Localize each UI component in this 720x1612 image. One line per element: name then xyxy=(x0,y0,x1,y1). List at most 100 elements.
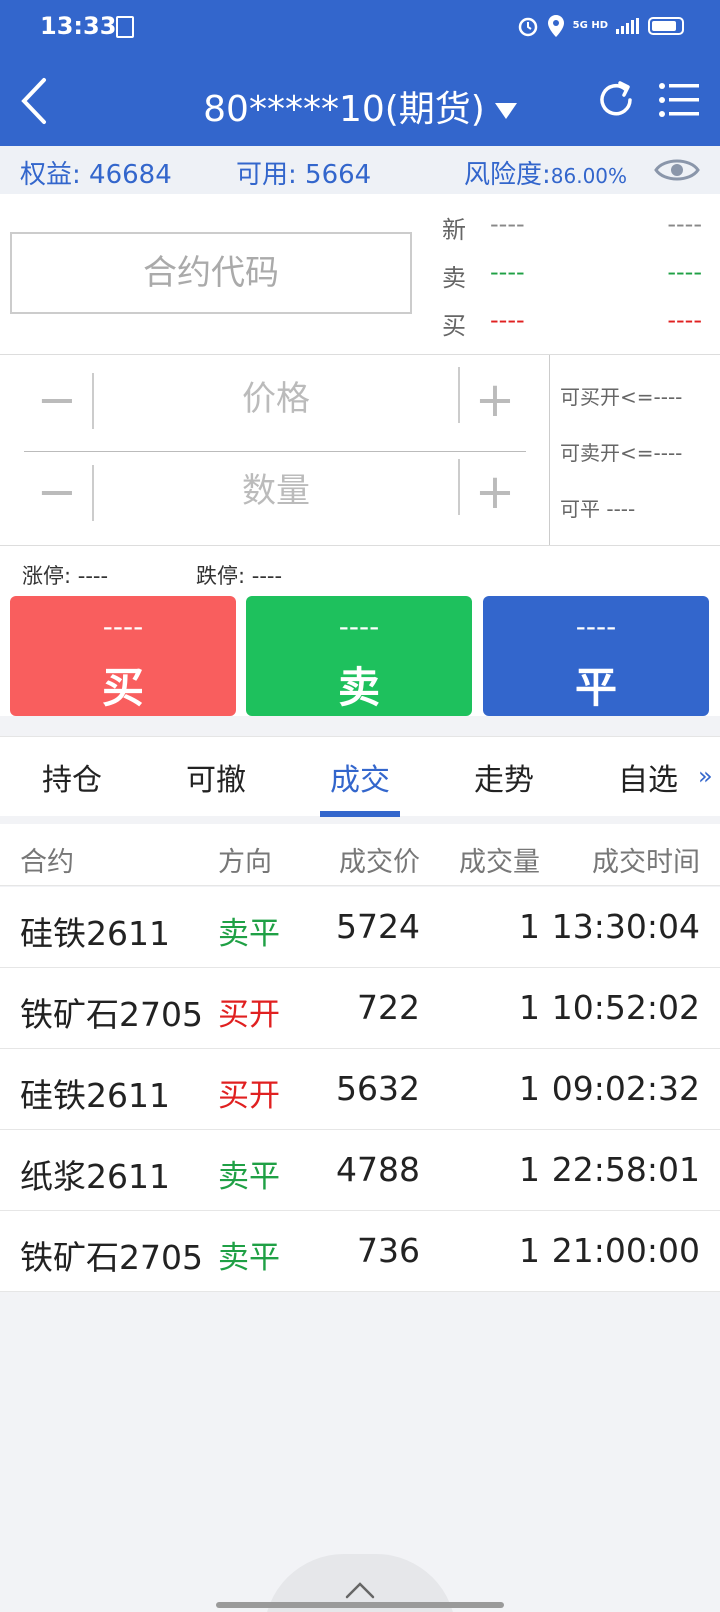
price-minus-button[interactable]: − xyxy=(24,367,90,437)
battery-icon xyxy=(648,17,684,35)
trade-actions: ---- 买 ---- 卖 ---- 平 xyxy=(0,590,720,716)
dropdown-caret-icon xyxy=(494,103,517,119)
close-position-button[interactable]: ---- 平 xyxy=(483,596,709,716)
equity-label: 权益: xyxy=(20,160,81,190)
trade-time: 22:58:01 xyxy=(551,1150,700,1189)
trade-price: 722 xyxy=(357,988,420,1027)
equity-value: 46684 xyxy=(89,160,172,190)
trade-direction: 卖平 xyxy=(218,916,280,952)
active-tab-indicator xyxy=(320,811,400,817)
header-direction: 方向 xyxy=(218,847,272,878)
trade-quantity: 1 xyxy=(519,1150,540,1189)
trade-contract: 纸浆2611 xyxy=(20,1157,170,1196)
quote-value: ---- xyxy=(490,210,525,238)
price-limits: 涨停: ---- 跌停: ---- xyxy=(0,546,720,594)
risk: 风险度:86.00% xyxy=(464,154,627,191)
refresh-icon[interactable] xyxy=(594,78,638,122)
divider xyxy=(458,367,460,423)
quote-value: ---- xyxy=(490,306,525,334)
price-stepper: − + xyxy=(24,367,528,437)
sell-button[interactable]: ---- 卖 xyxy=(246,596,472,716)
account-summary: 权益: 46684 可用: 5664 风险度:86.00% xyxy=(0,146,720,194)
trade-quantity: 1 xyxy=(519,1069,540,1108)
top-bar: 13:33 5G HD 80*****10(期货) xyxy=(0,0,720,146)
trade-time: 21:00:00 xyxy=(551,1231,700,1270)
trade-price: 736 xyxy=(357,1231,420,1270)
alarm-icon xyxy=(518,17,537,37)
quote-row-bid: 买 ---- ---- xyxy=(442,300,702,340)
quote-label: 卖 xyxy=(442,264,466,292)
quote-label: 新 xyxy=(442,216,466,244)
divider xyxy=(458,459,460,515)
divider xyxy=(92,465,94,521)
header-price: 成交价 xyxy=(339,847,420,878)
trade-contract: 硅铁2611 xyxy=(20,914,170,953)
trade-price: 5724 xyxy=(336,907,420,946)
trade-direction: 买开 xyxy=(218,997,280,1033)
table-row[interactable]: 硅铁2611 买开 5632 1 09:02:32 xyxy=(0,1049,720,1130)
trade-contract: 硅铁2611 xyxy=(20,1076,170,1115)
risk-label: 风险度: xyxy=(464,160,551,190)
divider xyxy=(92,373,94,429)
sell-price: ---- xyxy=(338,610,380,643)
quantity-stepper: − + xyxy=(24,459,528,529)
quantity-input[interactable] xyxy=(96,459,456,523)
eye-icon[interactable] xyxy=(654,152,700,188)
trade-time: 13:30:04 xyxy=(551,907,700,946)
menu-list-icon[interactable] xyxy=(658,80,702,120)
quote-row-ask: 卖 ---- ---- xyxy=(442,252,702,292)
order-entry: − + − + 可买开<=---- 可卖开<=---- 可平 ---- xyxy=(0,354,720,546)
tab-trend[interactable]: 走势 xyxy=(432,755,576,799)
network-indicator: 5G HD xyxy=(572,20,608,31)
divider xyxy=(24,451,526,452)
trade-price: 5632 xyxy=(336,1069,420,1108)
trade-direction: 卖平 xyxy=(218,1240,280,1276)
available-value: 5664 xyxy=(305,160,372,190)
buy-label: 买 xyxy=(101,663,144,712)
header-contract: 合约 xyxy=(20,847,74,878)
signal-icon xyxy=(616,18,639,34)
table-row[interactable]: 铁矿石2705 买开 722 1 10:52:02 xyxy=(0,968,720,1049)
table-row[interactable]: 硅铁2611 卖平 5724 1 13:30:04 xyxy=(0,887,720,968)
buy-button[interactable]: ---- 买 xyxy=(10,596,236,716)
trade-contract: 铁矿石2705 xyxy=(20,995,203,1034)
tab-bar: 持仓 可撤 成交 走势 自选 xyxy=(0,736,720,817)
tab-more-chevron-icon[interactable]: » xyxy=(698,762,713,790)
trade-quantity: 1 xyxy=(519,907,540,946)
equity: 权益: 46684 xyxy=(20,154,172,191)
tab-positions[interactable]: 持仓 xyxy=(0,755,144,799)
trade-contract: 铁矿石2705 xyxy=(20,1238,203,1277)
trade-quantity: 1 xyxy=(519,1231,540,1270)
trade-quantity: 1 xyxy=(519,988,540,1027)
contract-code-input[interactable] xyxy=(10,232,412,314)
close-price: ---- xyxy=(575,610,617,643)
trade-price: 4788 xyxy=(336,1150,420,1189)
available: 可用: 5664 xyxy=(236,154,371,191)
location-icon xyxy=(547,15,564,37)
price-plus-button[interactable]: + xyxy=(462,367,528,437)
can-sell-open: 可卖开<=---- xyxy=(560,441,683,465)
close-label: 平 xyxy=(574,663,617,712)
trade-time: 09:02:32 xyxy=(551,1069,700,1108)
quote-row-last: 新 ---- ---- xyxy=(442,204,702,244)
header-quantity: 成交量 xyxy=(459,847,540,878)
quantity-minus-button[interactable]: − xyxy=(24,459,90,529)
home-indicator[interactable] xyxy=(216,1602,504,1608)
quote-value: ---- xyxy=(667,258,702,286)
tab-trades[interactable]: 成交 xyxy=(288,755,432,799)
tab-cancelable[interactable]: 可撤 xyxy=(144,755,288,799)
table-row[interactable]: 铁矿石2705 卖平 736 1 21:00:00 xyxy=(0,1211,720,1292)
price-input[interactable] xyxy=(96,367,456,431)
table-row[interactable]: 纸浆2611 卖平 4788 1 22:58:01 xyxy=(0,1130,720,1211)
status-indicators: 5G HD xyxy=(517,14,684,38)
limit-down: 跌停: ---- xyxy=(196,564,283,588)
table-header: 合约 方向 成交价 成交量 成交时间 xyxy=(0,824,720,886)
can-close: 可平 ---- xyxy=(560,497,636,521)
sell-label: 卖 xyxy=(337,663,380,712)
trade-direction: 卖平 xyxy=(218,1159,280,1195)
trade-time: 10:52:02 xyxy=(551,988,700,1027)
account-title: 80*****10(期货) xyxy=(203,89,485,130)
status-time: 13:33 xyxy=(40,12,117,40)
quantity-plus-button[interactable]: + xyxy=(462,459,528,529)
trade-direction: 买开 xyxy=(218,1078,280,1114)
